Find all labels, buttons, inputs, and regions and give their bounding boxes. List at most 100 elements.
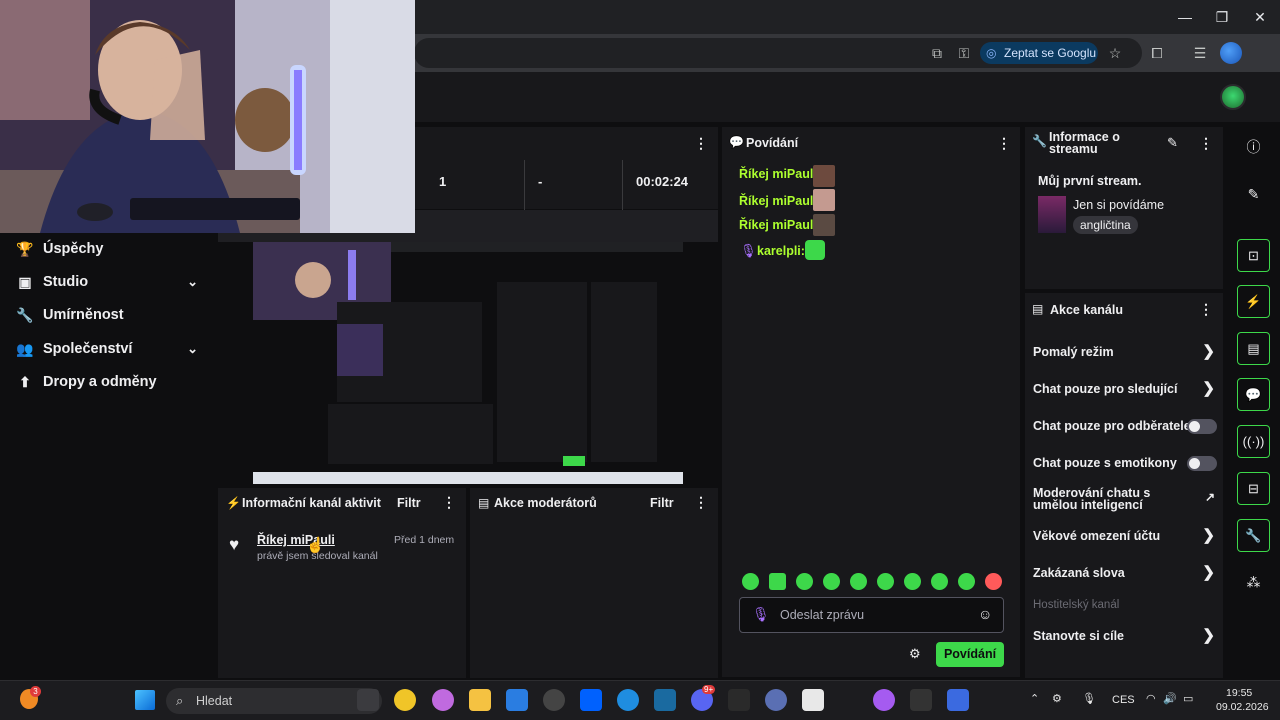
sidebar-item-moderation[interactable]: 🔧 Umírněnost xyxy=(16,303,206,327)
maximize-icon[interactable]: ❐ xyxy=(1207,6,1237,28)
edit-pencil-icon[interactable]: ✎ xyxy=(1237,178,1270,211)
webcam-overlay xyxy=(0,0,415,233)
emote-icon[interactable] xyxy=(958,573,975,590)
emote-icon[interactable] xyxy=(985,573,1002,590)
app-icon[interactable] xyxy=(654,689,676,711)
windows-start-icon[interactable] xyxy=(135,690,155,710)
emote-icon[interactable] xyxy=(904,573,921,590)
obs-icon[interactable] xyxy=(543,689,565,711)
info-icon[interactable]: ⓘ xyxy=(1237,131,1270,164)
close-icon[interactable]: ✕ xyxy=(1245,6,1275,28)
store-icon[interactable] xyxy=(506,689,528,711)
bookmark-star-icon[interactable]: ☆ xyxy=(1104,42,1126,64)
action-blocked-terms[interactable]: Zakázaná slova ❯ xyxy=(1033,563,1217,583)
chat-username[interactable]: Říkej miPauli: xyxy=(739,218,821,232)
chevron-right-icon: ❯ xyxy=(1202,343,1215,360)
emote-icon[interactable] xyxy=(931,573,948,590)
user-avatar[interactable] xyxy=(1220,84,1246,110)
dropbox-icon[interactable] xyxy=(580,689,602,711)
volume-icon[interactable]: 🔊 xyxy=(1163,692,1177,705)
wrench-button[interactable]: 🔧 xyxy=(1237,519,1270,552)
capcut-icon[interactable] xyxy=(910,689,932,711)
language-indicator[interactable]: CES xyxy=(1112,694,1135,706)
emote-image[interactable] xyxy=(805,240,825,260)
sidebar-item-community[interactable]: 👥 Společenství ⌄ xyxy=(16,337,206,361)
action-set-goals[interactable]: Stanovte si cíle ❯ xyxy=(1033,626,1217,646)
chat-button[interactable]: 💬 xyxy=(1237,378,1270,411)
clip-button[interactable]: ⊡ xyxy=(1237,239,1270,272)
password-key-icon[interactable]: ⚿ xyxy=(953,42,975,64)
stream-category[interactable]: Jen si povídáme xyxy=(1073,198,1164,212)
chat-username[interactable]: Říkej miPauli: xyxy=(739,167,821,181)
layout-button[interactable]: ⊟ xyxy=(1237,472,1270,505)
action-followers-only[interactable]: Chat pouze pro sledující ❯ xyxy=(1033,379,1217,399)
tray-app-icon[interactable]: ⚙ xyxy=(1052,692,1062,705)
wifi-icon[interactable]: ◠ xyxy=(1146,692,1156,705)
action-ai-moderation[interactable]: Moderování chatu s umělou inteligencí ↗ xyxy=(1033,487,1217,515)
subscribers-only-toggle[interactable] xyxy=(1187,419,1217,434)
file-explorer-icon[interactable] xyxy=(469,689,491,711)
more-actions-icon[interactable]: ⁂ xyxy=(1237,566,1270,599)
emote-icon[interactable] xyxy=(850,573,867,590)
ask-google-button[interactable]: ◎ Zeptat se Googlu xyxy=(980,42,1098,64)
epic-games-icon[interactable] xyxy=(728,689,750,711)
activity-filter-button[interactable]: Filtr xyxy=(397,496,421,510)
browser-profile-avatar[interactable] xyxy=(1220,42,1242,64)
chat-image[interactable] xyxy=(813,189,835,211)
translate-icon[interactable]: ⧉ xyxy=(926,42,948,64)
chat-placeholder: Odeslat zprávu xyxy=(780,608,865,622)
stream-preview-video[interactable] xyxy=(253,242,683,484)
chat-input[interactable] xyxy=(739,597,1004,633)
lightning-button[interactable]: ⚡ xyxy=(1237,285,1270,318)
app-icon[interactable] xyxy=(765,689,787,711)
edit-pencil-icon[interactable]: ✎ xyxy=(1167,135,1178,151)
emote-only-toggle[interactable] xyxy=(1187,456,1217,471)
extensions-icon[interactable]: ⧠ xyxy=(1146,42,1168,64)
notes-button[interactable]: ▤ xyxy=(1237,332,1270,365)
emote-icon[interactable] xyxy=(823,573,840,590)
broadcast-button[interactable]: ((·)) xyxy=(1237,425,1270,458)
chat-username[interactable]: karelpli: xyxy=(757,244,805,258)
mic-icon[interactable]: 🎙 xyxy=(752,606,770,623)
chat-image[interactable] xyxy=(813,214,835,236)
taskbar-search[interactable]: ⌕ Hledat xyxy=(166,688,382,714)
camera-icon: ⊡ xyxy=(1248,248,1259,263)
send-message-button[interactable]: Povídání xyxy=(936,642,1004,667)
activity-menu-icon[interactable]: ⋮ xyxy=(442,494,456,511)
media-controls-icon[interactable]: ☰ xyxy=(1189,42,1211,64)
minimize-icon[interactable]: — xyxy=(1170,6,1200,28)
battery-icon[interactable]: ▭ xyxy=(1183,692,1193,705)
stream-info-menu-icon[interactable]: ⋮ xyxy=(1199,135,1213,152)
sidebar-item-studio[interactable]: ▣ Studio ⌄ xyxy=(16,270,206,294)
chat-username[interactable]: Říkej miPauli: xyxy=(739,194,821,208)
emote-icon[interactable] xyxy=(796,573,813,590)
settings-gear-icon[interactable]: ⚙ xyxy=(909,646,921,662)
stream-tag[interactable]: angličtina xyxy=(1073,216,1138,234)
clock-time[interactable]: 19:55 xyxy=(1226,687,1252,699)
emote-icon[interactable] xyxy=(769,573,786,590)
tray-mic-icon[interactable]: 🎙 xyxy=(1082,692,1096,705)
mod-filter-button[interactable]: Filtr xyxy=(650,496,674,510)
tray-chevron-up-icon[interactable]: ⌃ xyxy=(1030,692,1039,705)
mod-menu-icon[interactable]: ⋮ xyxy=(694,494,708,511)
chrome-icon[interactable] xyxy=(394,689,416,711)
stats-menu-icon[interactable]: ⋮ xyxy=(694,135,708,152)
stat-subs-value: - xyxy=(538,174,543,189)
task-view-icon[interactable] xyxy=(357,689,379,711)
action-slow-mode[interactable]: Pomalý režim ❯ xyxy=(1033,342,1217,362)
app-icon[interactable] xyxy=(947,689,969,711)
sidebar-item-achievements[interactable]: 🏆 Úspěchy xyxy=(16,237,206,261)
emote-icon[interactable] xyxy=(742,573,759,590)
chat-image[interactable] xyxy=(813,165,835,187)
sidebar-item-drops[interactable]: ⬆ Dropy a odměny xyxy=(16,370,206,394)
emote-icon[interactable] xyxy=(877,573,894,590)
chat-menu-icon[interactable]: ⋮ xyxy=(997,135,1011,152)
copilot-icon[interactable] xyxy=(432,689,454,711)
clock-date[interactable]: 09.02.2026 xyxy=(1216,701,1269,713)
channel-actions-menu-icon[interactable]: ⋮ xyxy=(1199,301,1213,318)
emoji-picker-icon[interactable]: ☺ xyxy=(978,606,992,622)
firefox-icon[interactable] xyxy=(873,689,895,711)
edge-icon[interactable] xyxy=(617,689,639,711)
notion-icon[interactable] xyxy=(802,689,824,711)
action-age-restriction[interactable]: Věkové omezení účtu ❯ xyxy=(1033,526,1217,546)
